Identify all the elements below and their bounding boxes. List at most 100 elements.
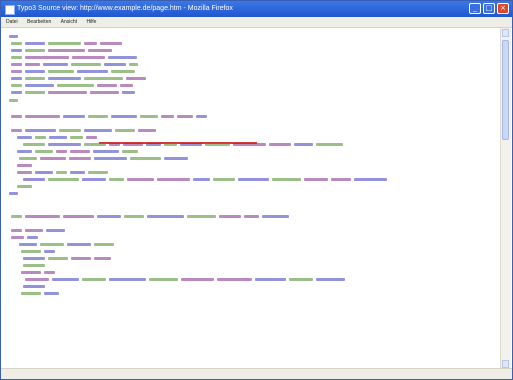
- source-token: [163, 157, 188, 160]
- source-token: [63, 215, 94, 218]
- window-title: Typo3 Source view: http://www.example.de…: [17, 5, 233, 12]
- source-token: [192, 178, 211, 181]
- source-token: [84, 143, 106, 146]
- source-token: [25, 215, 61, 218]
- source-line: [11, 215, 292, 220]
- source-line: [17, 150, 141, 155]
- title-bar[interactable]: Typo3 Source view: http://www.example.de…: [1, 1, 512, 17]
- source-token: [23, 264, 45, 267]
- scroll-up-icon[interactable]: [502, 29, 509, 37]
- source-token: [47, 91, 88, 94]
- source-token: [232, 143, 266, 146]
- source-token: [27, 236, 39, 239]
- source-token: [23, 178, 45, 181]
- source-token: [63, 115, 86, 118]
- source-token: [121, 91, 136, 94]
- source-token: [25, 84, 54, 87]
- source-token: [47, 42, 81, 45]
- source-token: [93, 243, 114, 246]
- source-token: [83, 77, 124, 80]
- source-token: [35, 150, 53, 153]
- source-token: [145, 143, 162, 146]
- source-line: [25, 278, 348, 283]
- source-token: [218, 215, 241, 218]
- menu-item-help[interactable]: Hilfe: [86, 19, 96, 25]
- source-token: [86, 136, 98, 139]
- source-token: [43, 292, 60, 295]
- page-icon: [5, 5, 15, 15]
- vertical-scrollbar[interactable]: [500, 28, 511, 369]
- menu-item-view[interactable]: Ansicht: [61, 19, 77, 25]
- source-token: [47, 49, 86, 52]
- source-token: [47, 70, 75, 73]
- browser-window: Typo3 Source view: http://www.example.de…: [0, 0, 513, 380]
- source-token: [69, 136, 84, 139]
- source-token: [11, 84, 22, 87]
- close-icon: ×: [500, 4, 506, 12]
- source-line: [11, 84, 136, 89]
- source-token: [205, 143, 230, 146]
- source-token: [35, 171, 53, 174]
- source-token: [180, 143, 203, 146]
- source-token: [19, 157, 37, 160]
- source-token: [140, 115, 158, 118]
- menu-item-file[interactable]: Datei: [6, 19, 18, 25]
- source-token: [88, 49, 113, 52]
- source-token: [77, 70, 108, 73]
- source-token: [293, 143, 314, 146]
- source-token: [180, 278, 214, 281]
- source-line: [21, 271, 58, 276]
- source-token: [11, 77, 22, 80]
- source-token: [17, 171, 33, 174]
- source-token: [88, 115, 108, 118]
- source-line: [11, 77, 149, 82]
- source-token: [96, 84, 117, 87]
- source-view[interactable]: [3, 28, 500, 369]
- minimize-button[interactable]: _: [469, 3, 481, 14]
- source-token: [70, 63, 102, 66]
- source-line: [11, 56, 140, 61]
- source-token: [11, 115, 22, 118]
- source-token: [55, 150, 67, 153]
- maximize-button[interactable]: □: [483, 3, 495, 14]
- source-token: [58, 129, 81, 132]
- source-token: [149, 278, 178, 281]
- source-token: [177, 115, 193, 118]
- source-token: [124, 215, 144, 218]
- source-token: [23, 143, 45, 146]
- scroll-thumb[interactable]: [502, 40, 509, 140]
- source-line: [9, 99, 21, 104]
- source-token: [129, 63, 139, 66]
- source-token: [25, 129, 56, 132]
- source-token: [115, 129, 136, 132]
- source-line: [23, 285, 48, 290]
- source-token: [11, 56, 22, 59]
- source-token: [9, 99, 18, 102]
- menu-item-edit[interactable]: Bearbeiten: [27, 19, 51, 25]
- source-token: [122, 150, 138, 153]
- source-token: [11, 91, 22, 94]
- source-line: [21, 250, 58, 255]
- close-button[interactable]: ×: [497, 3, 509, 14]
- source-line: [11, 63, 141, 68]
- source-line: [11, 42, 125, 47]
- source-token: [17, 185, 33, 188]
- source-token: [195, 115, 207, 118]
- source-line: [11, 236, 41, 241]
- source-token: [68, 157, 91, 160]
- source-line: [23, 264, 48, 269]
- source-token: [123, 143, 143, 146]
- source-token: [66, 243, 91, 246]
- source-token: [9, 35, 18, 38]
- source-token: [69, 171, 86, 174]
- source-token: [83, 42, 97, 45]
- source-token: [45, 229, 66, 232]
- source-token: [88, 171, 109, 174]
- source-token: [110, 70, 136, 73]
- scroll-down-icon[interactable]: [502, 360, 509, 368]
- status-bar: [1, 368, 512, 379]
- source-token: [138, 129, 156, 132]
- source-line: [11, 91, 138, 96]
- source-token: [17, 136, 33, 139]
- source-line: [17, 164, 35, 169]
